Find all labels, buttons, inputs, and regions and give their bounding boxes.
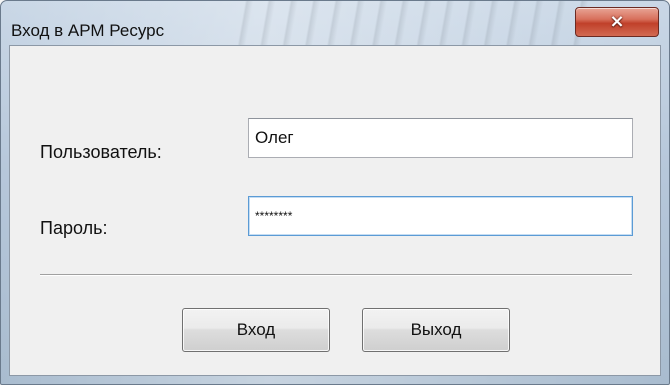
password-field[interactable] [248, 196, 633, 236]
login-dialog-window: Вход в АРМ Ресурс × Пользователь: Пароль… [0, 0, 670, 385]
window-title: Вход в АРМ Ресурс [11, 21, 165, 40]
exit-button-label: Выход [410, 320, 462, 339]
password-label: Пароль: [40, 218, 108, 238]
separator-line [40, 274, 632, 276]
close-icon: × [609, 11, 625, 32]
close-button[interactable]: × [575, 7, 659, 37]
username-label: Пользователь: [40, 142, 162, 162]
login-button[interactable]: Вход [182, 308, 330, 352]
exit-button[interactable]: Выход [362, 308, 510, 352]
dialog-client-area: Пользователь: Пароль: Вход Выход [9, 45, 661, 376]
login-button-label: Вход [236, 320, 276, 339]
titlebar[interactable]: Вход в АРМ Ресурс × [1, 1, 669, 43]
username-field[interactable] [248, 118, 633, 158]
